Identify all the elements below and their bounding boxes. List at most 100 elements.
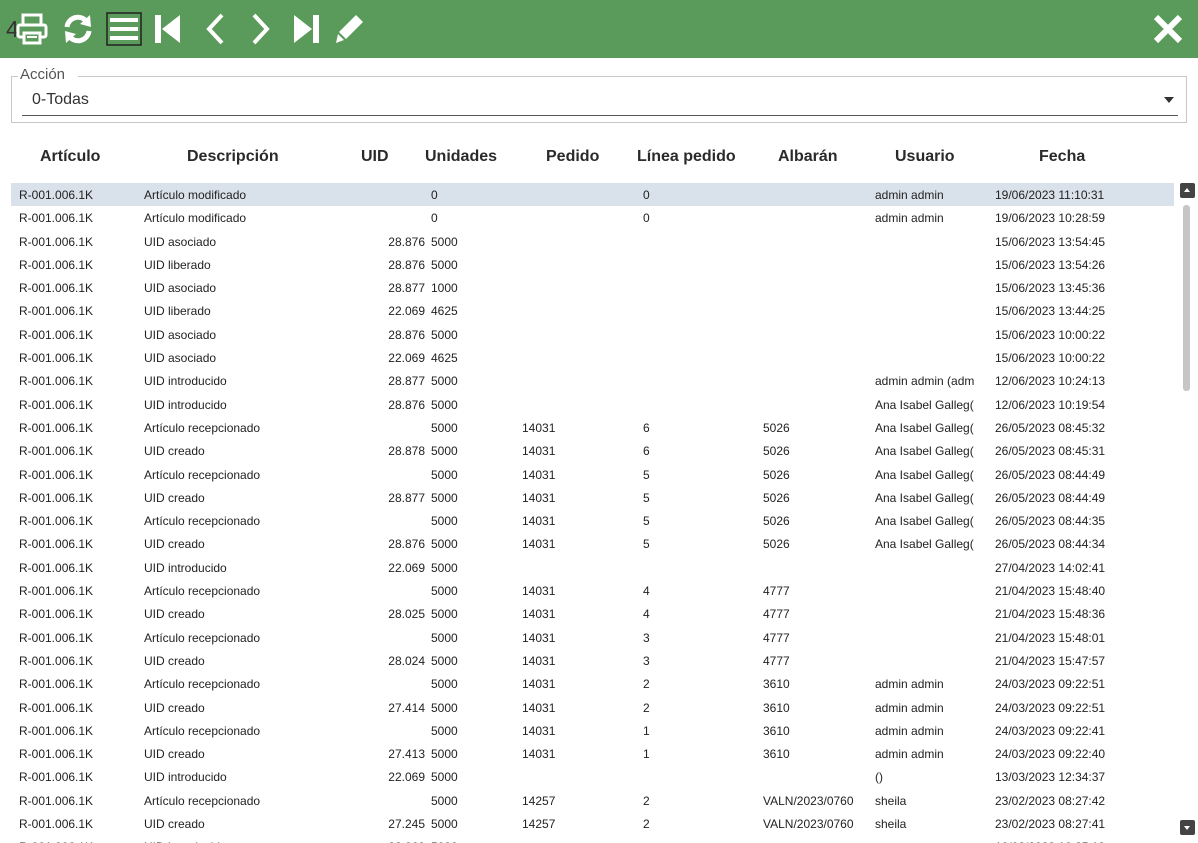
- close-icon: [1151, 12, 1185, 46]
- table-row[interactable]: R-001.006.1K Artículo recepcionado 5000 142…: [11, 789, 1174, 812]
- table-row[interactable]: R-001.006.1K Artículo modificado 0 0 admin a…: [11, 206, 1174, 229]
- cell-albaran: 3610: [763, 700, 790, 715]
- column-header-albaran[interactable]: Albarán: [778, 148, 838, 166]
- cell-articulo: R-001.006.1K: [19, 351, 94, 366]
- cell-linea-pedido: 5: [643, 490, 650, 505]
- column-header-uid[interactable]: UID: [361, 148, 389, 166]
- cell-unidades: 5000: [431, 514, 458, 529]
- cell-fecha: 19/06/2023 11:10:31: [995, 188, 1105, 202]
- cell-unidades: 5000: [431, 630, 458, 645]
- table-row[interactable]: R-001.006.1K Artículo recepcionado 5000 140…: [11, 719, 1174, 742]
- cell-articulo: R-001.006.1K: [19, 560, 94, 575]
- cell-unidades: 5000: [431, 677, 458, 692]
- cell-articulo: R-001.006.1K: [19, 653, 94, 668]
- table-row[interactable]: R-001.006.1K UID creado 27.414 5000 14031 2 36…: [11, 696, 1174, 719]
- next-record-button[interactable]: [240, 9, 280, 49]
- cell-unidades: 5000: [431, 817, 458, 832]
- table-row[interactable]: R-001.006.1K UID liberado 28.876 5000 15/06/…: [11, 253, 1174, 276]
- scroll-up-icon[interactable]: [1180, 183, 1195, 198]
- cell-articulo: R-001.006.1K: [19, 770, 94, 785]
- column-header-linea-pedido[interactable]: Línea pedido: [637, 148, 736, 166]
- cell-descripcion: UID introducido: [144, 560, 227, 575]
- cell-unidades: 5000: [431, 490, 458, 505]
- table-row[interactable]: R-001.006.1K UID creado 28.877 5000 14031 5 50…: [11, 486, 1174, 509]
- vertical-scrollbar[interactable]: [1179, 183, 1196, 835]
- scroll-down-icon[interactable]: [1180, 820, 1195, 835]
- cell-articulo: R-001.006.1K: [19, 514, 94, 529]
- cell-usuario: Ana Isabel Galleg(: [875, 490, 974, 505]
- list-button[interactable]: [104, 9, 144, 49]
- scrollbar-thumb[interactable]: [1183, 205, 1190, 391]
- cell-articulo: R-001.006.1K: [19, 444, 94, 459]
- table-row[interactable]: R-001.006.1K Artículo recepcionado 5000 140…: [11, 579, 1174, 602]
- table-row[interactable]: R-001.006.1K Artículo recepcionado 5000 140…: [11, 626, 1174, 649]
- cell-usuario: admin admin: [875, 211, 944, 226]
- table-row[interactable]: R-001.006.1K UID asociado 22.069 4625 15/06/…: [11, 346, 1174, 369]
- table-row[interactable]: R-001.006.1K UID introducido 28.877 5000 adm…: [11, 369, 1174, 392]
- column-header-descripcion[interactable]: Descripción: [187, 148, 279, 166]
- list-icon: [105, 11, 143, 47]
- last-record-button[interactable]: [286, 9, 326, 49]
- cell-albaran: 3610: [763, 723, 790, 738]
- table-row[interactable]: R-001.006.1K Artículo recepcionado 5000 140…: [11, 672, 1174, 695]
- table-row[interactable]: R-001.006.1K Artículo modificado 0 0 admin a…: [11, 183, 1174, 207]
- cell-albaran: 4777: [763, 607, 790, 622]
- cell-albaran: VALN/2023/0760: [763, 793, 854, 808]
- cell-linea-pedido: 5: [643, 467, 650, 482]
- cell-descripcion: Artículo recepcionado: [144, 723, 261, 738]
- cell-articulo: R-001.006.1K: [19, 793, 94, 808]
- action-select[interactable]: 0-Todas: [22, 88, 1178, 116]
- cell-descripcion: UID creado: [144, 607, 205, 622]
- cell-articulo: R-001.006.1K: [19, 211, 94, 226]
- table-row[interactable]: R-001.006.1K Artículo recepcionado 5000 140…: [11, 463, 1174, 486]
- table-row[interactable]: R-001.006.1K UID asociado 28.877 1000 15/06/…: [11, 276, 1174, 299]
- close-button[interactable]: [1148, 9, 1188, 49]
- table-row[interactable]: R-001.006.1K Artículo recepcionado 5000 140…: [11, 509, 1174, 532]
- table-row[interactable]: R-001.006.1K UID introducido 28.876 5000 Ana…: [11, 393, 1174, 416]
- cell-unidades: 5000: [431, 747, 458, 762]
- table-row[interactable]: R-001.006.1K UID creado 28.025 5000 14031 4 47…: [11, 602, 1174, 625]
- previous-record-button[interactable]: [196, 9, 236, 49]
- cell-pedido: 14031: [522, 420, 556, 435]
- table-row[interactable]: R-001.006.1K UID introducido 22.069 5000 () 1…: [11, 765, 1174, 788]
- table-row[interactable]: R-001.006.1K Artículo recepcionado 5000 140…: [11, 416, 1174, 439]
- cell-usuario: admin admin: [875, 747, 944, 762]
- cell-fecha: 23/02/2023 08:27:42: [995, 793, 1106, 808]
- table-row[interactable]: R-001.006.1KUID introducido22.069500010/…: [11, 835, 1174, 843]
- action-selected-value: 0-Todas: [32, 91, 89, 108]
- table-row[interactable]: R-001.006.1K UID creado 27.245 5000 14257 2 VA…: [11, 812, 1174, 835]
- table-row[interactable]: R-001.006.1K UID creado 28.878 5000 14031 6 50…: [11, 439, 1174, 462]
- cell-descripcion: Artículo recepcionado: [144, 584, 261, 599]
- cell-linea-pedido: 3: [643, 630, 650, 645]
- table-row[interactable]: R-001.006.1K UID creado 27.413 5000 14031 1 36…: [11, 742, 1174, 765]
- column-header-usuario[interactable]: Usuario: [895, 148, 955, 166]
- cell-linea-pedido: 2: [643, 817, 650, 832]
- cell-unidades: 5000: [431, 770, 458, 785]
- cell-linea-pedido: 2: [643, 700, 650, 715]
- cell-usuario: admin admin (adm: [875, 374, 975, 389]
- table-row[interactable]: R-001.006.1K UID creado 28.876 5000 14031 5 50…: [11, 532, 1174, 555]
- cell-uid: 28.876: [388, 327, 425, 342]
- edit-button[interactable]: [330, 9, 370, 49]
- column-header-pedido[interactable]: Pedido: [546, 148, 599, 166]
- column-header-articulo[interactable]: Artículo: [40, 148, 100, 166]
- column-header-unidades[interactable]: Unidades: [425, 148, 497, 166]
- cell-descripcion: UID liberado: [144, 304, 211, 319]
- column-header-fecha[interactable]: Fecha: [1039, 148, 1085, 166]
- print-button[interactable]: [12, 9, 52, 49]
- cell-albaran: 4777: [763, 653, 790, 668]
- table-row[interactable]: R-001.006.1K UID creado 28.024 5000 14031 3 47…: [11, 649, 1174, 672]
- table-row[interactable]: R-001.006.1K UID introducido 22.069 5000 27/…: [11, 556, 1174, 579]
- cell-fecha: 26/05/2023 08:44:34: [995, 537, 1106, 552]
- refresh-button[interactable]: [58, 9, 98, 49]
- table-row[interactable]: R-001.006.1K UID asociado 28.876 5000 15/06/…: [11, 323, 1174, 346]
- cell-articulo: R-001.006.1K: [19, 584, 94, 599]
- table-row[interactable]: R-001.006.1K UID liberado 22.069 4625 15/06/…: [11, 299, 1174, 322]
- table-row[interactable]: R-001.006.1K UID asociado 28.876 5000 15/06/…: [11, 230, 1174, 253]
- first-record-button[interactable]: [148, 9, 188, 49]
- action-label: Acción: [19, 66, 67, 83]
- cell-descripcion: Artículo recepcionado: [144, 677, 261, 692]
- cell-descripcion: UID introducido: [144, 374, 227, 389]
- cell-linea-pedido: 6: [643, 420, 650, 435]
- cell-pedido: 14031: [522, 514, 556, 529]
